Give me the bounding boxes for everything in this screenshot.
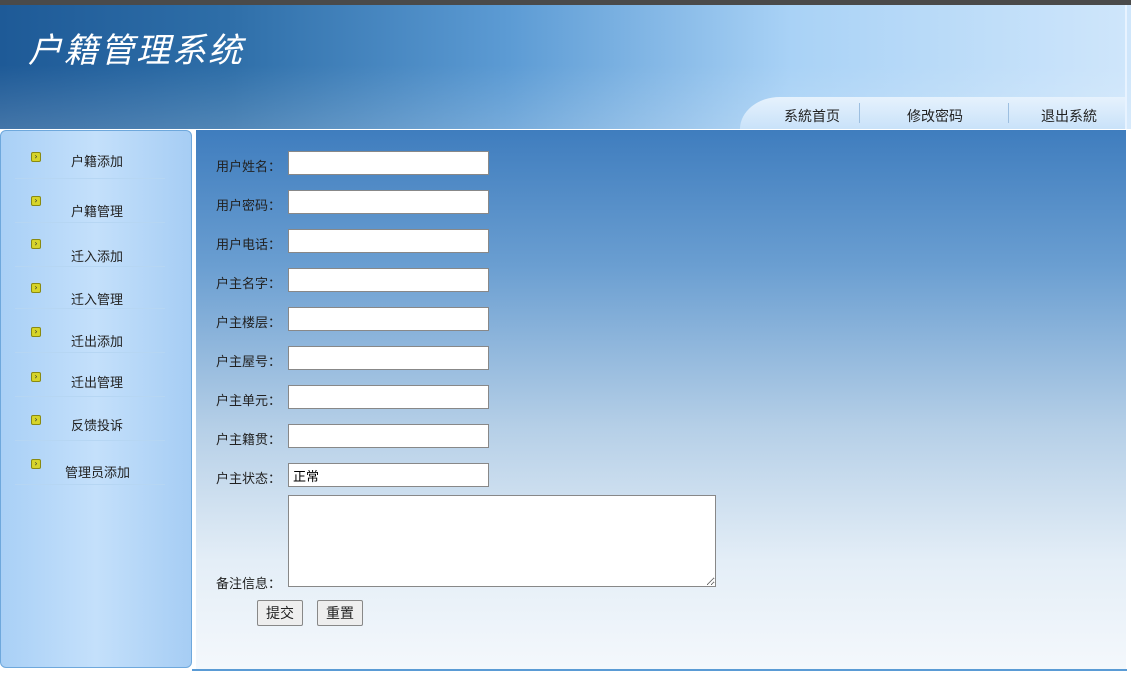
nav-home-link[interactable]: 系統首页 [784,106,840,126]
sidebar-item-household-add[interactable]: › 户籍添加 [15,139,165,179]
nav-logout-link[interactable]: 退出系統 [1041,106,1097,126]
app-title: 户籍管理系统 [28,31,244,71]
sidebar-item-feedback[interactable]: › 反馈投诉 [15,401,165,441]
status-label: 户主状态： [216,472,282,487]
householder-name-label: 户主名字： [216,277,282,292]
householder-name-input[interactable] [288,268,489,292]
sidebar-item-movein-manage[interactable]: › 迁入管理 [15,269,165,309]
phone-label: 用户电话： [216,238,282,253]
sidebar-item-movein-add[interactable]: › 迁入添加 [15,227,165,267]
username-label: 用户姓名： [216,160,282,175]
sidebar-item-label: 管理员添加 [65,466,131,481]
status-input[interactable] [288,463,489,487]
sidebar-item-label: 反馈投诉 [71,419,124,434]
remark-textarea[interactable] [288,495,716,587]
remark-label: 备注信息： [216,577,282,592]
nav-divider [859,103,860,123]
bullet-icon: › [31,459,41,469]
sidebar-item-label: 迁出管理 [71,376,124,391]
header-edge [1125,5,1127,129]
main-content: 用户姓名： 用户密码： 用户电话： 户主名字： 户主楼层： 户主屋号： 户主单元… [196,130,1126,670]
unit-input[interactable] [288,385,489,409]
bullet-icon: › [31,196,41,206]
reset-button[interactable]: 重置 [317,600,363,626]
sidebar-item-label: 迁入添加 [71,250,124,265]
room-number-label: 户主屋号： [216,355,282,370]
floor-label: 户主楼层： [216,316,282,331]
sidebar-item-label: 迁入管理 [71,293,124,308]
native-place-input[interactable] [288,424,489,448]
sidebar: › 户籍添加 › 户籍管理 › 迁入添加 › 迁入管理 › 迁出添加 › 迁出管… [0,130,192,668]
password-input[interactable] [288,190,489,214]
bullet-icon: › [31,415,41,425]
nav-divider [1008,103,1009,123]
sidebar-item-admin-add[interactable]: › 管理员添加 [15,445,165,485]
password-label: 用户密码： [216,199,282,214]
top-nav: 系統首页 修改密码 退出系統 [740,97,1125,129]
bullet-icon: › [31,372,41,382]
bullet-icon: › [31,283,41,293]
bullet-icon: › [31,239,41,249]
room-number-input[interactable] [288,346,489,370]
bullet-icon: › [31,327,41,337]
page-header: 户籍管理系统 系統首页 修改密码 退出系統 [0,5,1131,129]
sidebar-item-household-manage[interactable]: › 户籍管理 [15,183,165,223]
nav-change-password-link[interactable]: 修改密码 [907,106,963,126]
submit-button[interactable]: 提交 [257,600,303,626]
floor-input[interactable] [288,307,489,331]
sidebar-item-label: 户籍管理 [71,205,124,220]
bullet-icon: › [31,152,41,162]
bottom-border [192,669,1127,671]
sidebar-item-label: 户籍添加 [71,155,124,170]
phone-input[interactable] [288,229,489,253]
username-input[interactable] [288,151,489,175]
unit-label: 户主单元： [216,394,282,409]
native-place-label: 户主籍贯： [216,433,282,448]
sidebar-item-label: 迁出添加 [71,335,124,350]
sidebar-item-moveout-manage[interactable]: › 迁出管理 [15,357,165,397]
sidebar-item-moveout-add[interactable]: › 迁出添加 [15,313,165,353]
